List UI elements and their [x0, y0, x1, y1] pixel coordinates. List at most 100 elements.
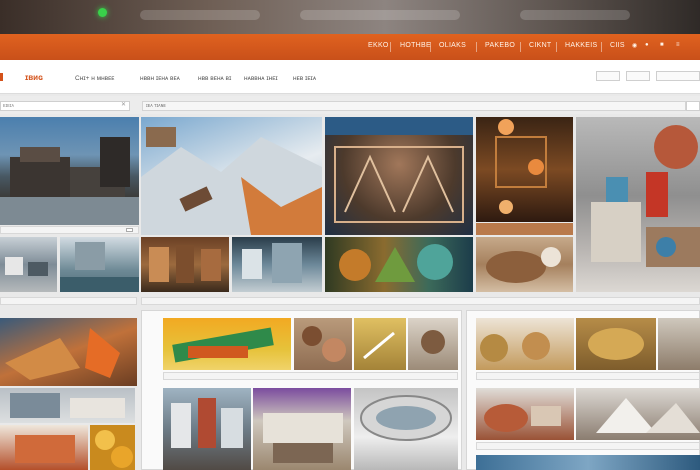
tile-artwork [171, 398, 243, 448]
tile-artwork [10, 393, 125, 418]
image-tile[interactable] [163, 318, 291, 370]
subnav-field[interactable] [596, 71, 620, 81]
image-tile[interactable] [0, 237, 57, 292]
logo[interactable]: ɪʙиɢ [25, 73, 43, 82]
image-tile[interactable] [576, 117, 700, 292]
topnav-item[interactable]: CIKNT [529, 42, 552, 49]
status-dot-icon [98, 8, 107, 17]
tile-artwork [495, 119, 547, 214]
tile-caption-bar [163, 372, 458, 380]
window-chrome [0, 0, 700, 34]
image-tile[interactable] [60, 237, 139, 292]
tile-caption-bar [0, 226, 139, 234]
subnav-item[interactable]: Cʜɪ+ ʜ ᴍʜʙᴇᴇ [75, 75, 114, 82]
divider [556, 42, 557, 52]
tile-artwork [263, 413, 343, 463]
page: EKKO HOTHBE OLIAKS PAKEBO CIKNT HAKKEIS … [0, 0, 700, 470]
tile-artwork [325, 117, 473, 223]
tile-artwork [421, 330, 445, 354]
select-checkbox[interactable] [126, 228, 133, 232]
tile-artwork [95, 430, 133, 468]
topnav-item[interactable]: HAKKEIS [565, 42, 597, 49]
user-icon[interactable]: ● [645, 42, 649, 48]
subnav-field[interactable] [626, 71, 650, 81]
filter-input[interactable]: ɪᴇᴀ ᴛɪᴀɴᴇ [142, 101, 686, 111]
image-tile[interactable] [0, 117, 139, 225]
tile-artwork [588, 328, 644, 360]
chrome-tab[interactable] [140, 10, 260, 20]
globe-icon[interactable]: ◉ [632, 42, 638, 49]
divider [520, 42, 521, 52]
tile-caption-bar [476, 442, 700, 450]
divider [390, 42, 391, 52]
image-tile[interactable] [408, 318, 458, 370]
divider [430, 42, 431, 52]
image-tile[interactable] [325, 237, 473, 292]
image-tile[interactable] [476, 388, 574, 440]
logo-mark-icon [0, 73, 3, 81]
image-tile[interactable] [0, 318, 137, 386]
image-tile[interactable] [90, 425, 135, 470]
chrome-tab[interactable] [520, 10, 630, 20]
image-tile[interactable] [476, 223, 573, 235]
image-tile[interactable] [0, 388, 135, 423]
tile-artwork [141, 127, 322, 235]
tile-artwork [591, 125, 700, 267]
tile-artwork [172, 327, 274, 363]
tile-artwork [302, 326, 346, 362]
tile-artwork [0, 137, 139, 225]
image-tile[interactable] [0, 425, 88, 470]
tile-artwork [149, 245, 221, 283]
tile-artwork [486, 247, 561, 283]
tile-artwork [242, 243, 302, 283]
menu-icon[interactable]: ≡ [676, 42, 680, 48]
subnav-item[interactable]: ʜᴀʙʙʜᴀ ɪʜᴇɪ [244, 75, 278, 82]
divider [476, 42, 477, 52]
image-tile[interactable] [232, 237, 322, 292]
top-navigation: EKKO HOTHBE OLIAKS PAKEBO CIKNT HAKKEIS … [0, 34, 700, 60]
tile-artwork [5, 257, 48, 276]
image-tile[interactable] [141, 117, 322, 235]
image-tile[interactable] [354, 318, 406, 370]
image-tile[interactable] [253, 388, 351, 470]
topnav-item[interactable]: PAKEBO [485, 42, 515, 49]
filter-button[interactable] [686, 101, 700, 111]
tile-artwork [596, 398, 700, 433]
subnav-item[interactable]: ʜᴇʙ ɪᴇɪᴀ [293, 75, 316, 82]
tile-artwork [363, 331, 395, 360]
image-tile[interactable] [476, 455, 700, 470]
close-icon[interactable]: ✕ [121, 101, 126, 108]
tile-artwork [339, 244, 453, 282]
tile-caption-bar [0, 297, 137, 305]
chrome-tab[interactable] [300, 10, 460, 20]
image-tile[interactable] [141, 237, 229, 292]
image-tile[interactable] [576, 388, 700, 440]
image-tile[interactable] [163, 388, 251, 470]
image-tile[interactable] [576, 318, 656, 370]
search-input[interactable]: ᴇɪᴇɪᴀ [0, 101, 130, 111]
image-tile[interactable] [658, 318, 700, 370]
tile-artwork [15, 435, 75, 463]
subnav-search-field[interactable] [656, 71, 700, 81]
divider [601, 42, 602, 52]
subnav-item[interactable]: ʜʙʙ ʙᴇʜᴀ ʙɪ [198, 75, 231, 82]
image-tile[interactable] [476, 318, 574, 370]
topnav-item[interactable]: EKKO [368, 42, 389, 49]
image-tile[interactable] [325, 117, 473, 235]
image-tile[interactable] [294, 318, 352, 370]
topnav-item[interactable]: CIIS [610, 42, 625, 49]
tile-caption-bar [141, 297, 700, 305]
image-tile[interactable] [476, 117, 573, 222]
tile-artwork [480, 332, 550, 362]
image-tile[interactable] [354, 388, 458, 470]
topnav-item[interactable]: OLIAKS [439, 42, 466, 49]
topnav-item[interactable]: HOTHBE [400, 42, 431, 49]
tile-artwork [60, 242, 139, 292]
tile-artwork [360, 395, 452, 441]
image-tile[interactable] [476, 237, 573, 292]
subnav-item[interactable]: ʜʙʙʜ ɪᴇʜᴀ ʙᴇᴀ [140, 75, 180, 82]
tile-artwork [5, 328, 120, 380]
tile-caption-bar [476, 372, 700, 380]
cart-icon[interactable]: ■ [660, 42, 664, 48]
tile-artwork [484, 404, 561, 432]
